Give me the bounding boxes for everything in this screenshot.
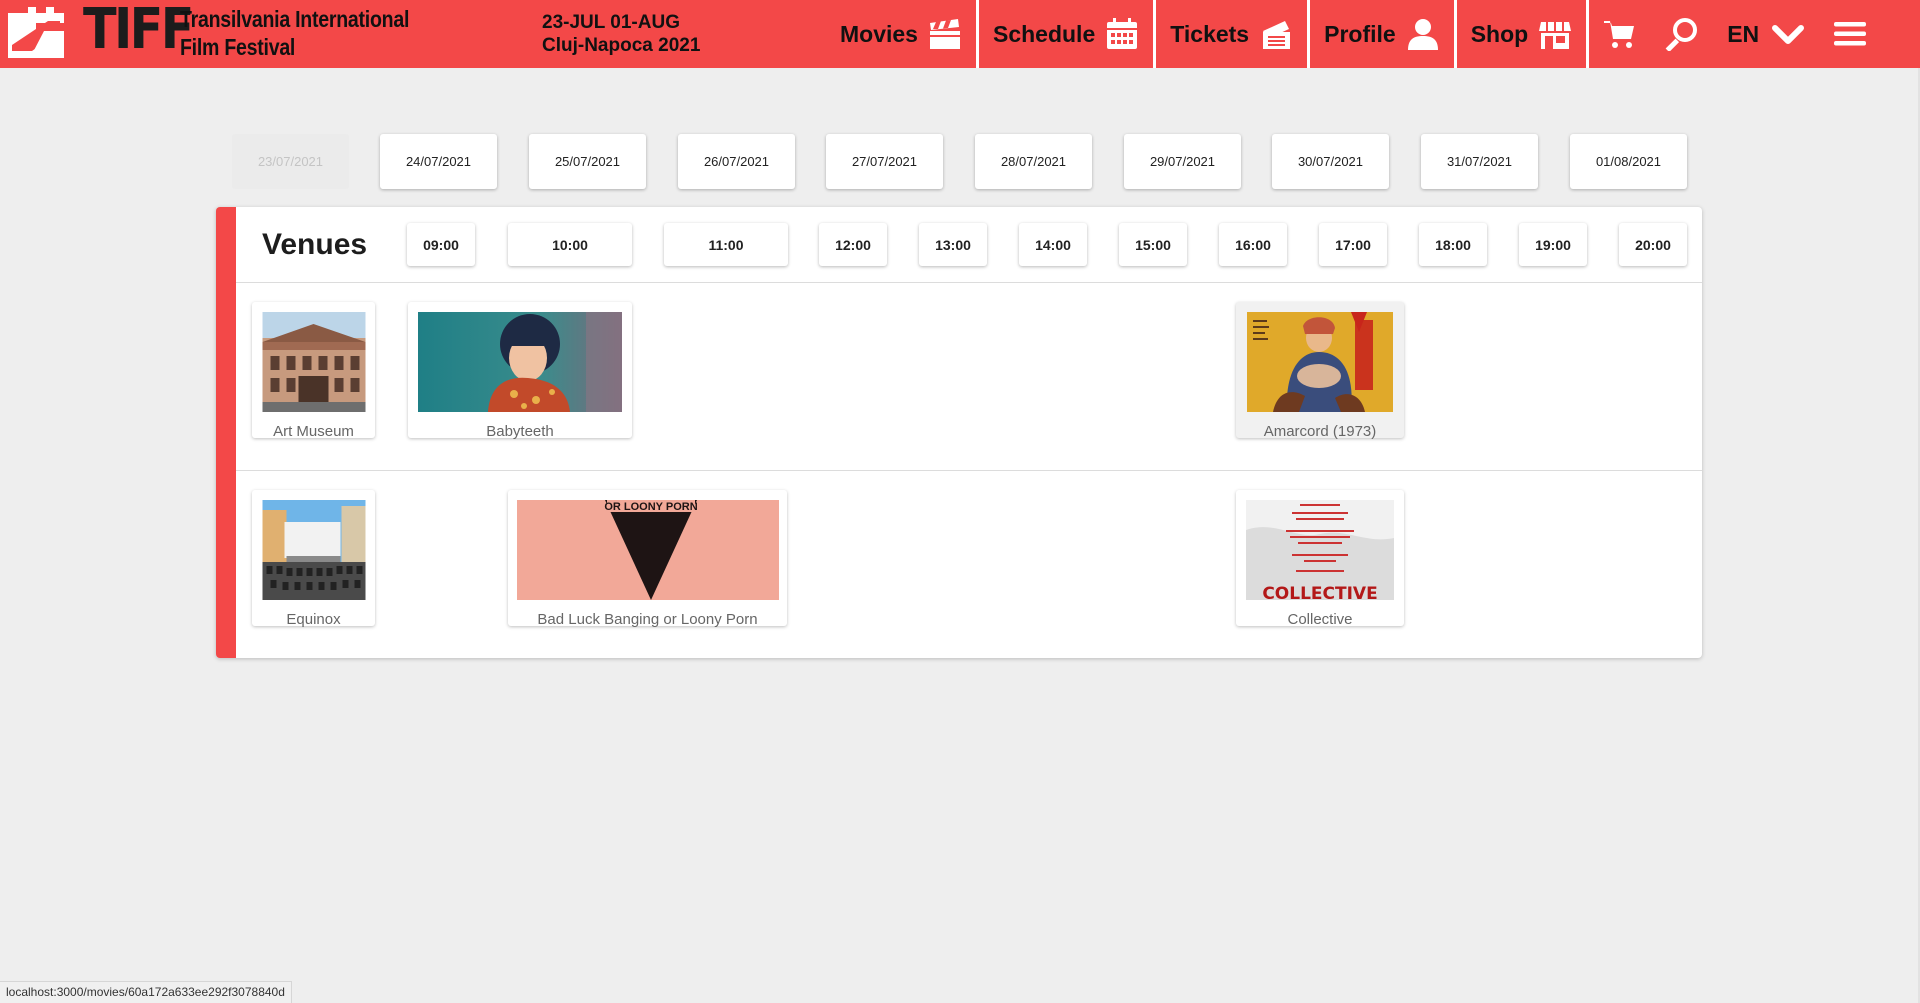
- hamburger-menu-icon: [1833, 17, 1867, 51]
- movie-title: Amarcord (1973): [1263, 423, 1377, 440]
- search-icon: [1665, 17, 1699, 51]
- browser-status-url: localhost:3000/movies/60a172a633ee292f30…: [0, 981, 292, 1003]
- venues-title: Venues: [262, 228, 368, 261]
- venue-name: Equinox: [286, 611, 341, 628]
- time-slot-1800[interactable]: 18:00: [1419, 223, 1487, 266]
- venue-image-equinox: [262, 500, 365, 600]
- date-tab-1[interactable]: 24/07/2021: [380, 134, 497, 189]
- screening-card-amarcord[interactable]: Amarcord (1973): [1236, 302, 1404, 440]
- date-tab-7[interactable]: 30/07/2021: [1272, 134, 1389, 189]
- date-tab-2[interactable]: 25/07/2021: [529, 134, 646, 189]
- screening-card-bad-luck-banging[interactable]: OR LOONY PORN Bad Luck Banging or Loony …: [508, 490, 787, 628]
- clapperboard-icon: [928, 17, 962, 51]
- time-slot-1100[interactable]: 11:00: [664, 223, 788, 266]
- time-slot-1500[interactable]: 15:00: [1119, 223, 1187, 266]
- movie-title: Bad Luck Banging or Loony Porn: [537, 611, 758, 628]
- date-tab-6[interactable]: 29/07/2021: [1124, 134, 1241, 189]
- date-tab-0: 23/07/2021: [232, 134, 349, 189]
- venue-name: Art Museum: [273, 423, 354, 440]
- nav-tickets-label: Tickets: [1170, 20, 1250, 47]
- cart-icon: [1603, 17, 1637, 51]
- time-slot-2000[interactable]: 20:00: [1619, 223, 1687, 266]
- language-label: EN: [1727, 20, 1760, 47]
- time-slot-1000[interactable]: 10:00: [508, 223, 632, 266]
- festival-location-line: Cluj-Napoca 2021: [542, 35, 701, 56]
- top-navbar: TIFF Transilvania International Film Fes…: [0, 0, 1920, 68]
- search-button[interactable]: [1651, 0, 1713, 68]
- date-tab-9[interactable]: 01/08/2021: [1570, 134, 1687, 189]
- venue-card-art-museum[interactable]: Art Museum: [252, 302, 375, 440]
- time-slot-1300[interactable]: 13:00: [919, 223, 987, 266]
- time-slot-1400[interactable]: 14:00: [1019, 223, 1087, 266]
- chevron-down-icon: [1771, 17, 1805, 51]
- nav-movies[interactable]: Movies: [826, 0, 976, 68]
- festival-dates-line1: 23-JUL 01-AUG: [542, 12, 680, 33]
- date-tab-4[interactable]: 27/07/2021: [826, 134, 943, 189]
- festival-name-line1: Transilvania International: [180, 6, 410, 32]
- nav-profile-label: Profile: [1324, 20, 1396, 47]
- time-slot-1900[interactable]: 19:00: [1519, 223, 1587, 266]
- date-tab-5[interactable]: 28/07/2021: [975, 134, 1092, 189]
- brand-wordmark[interactable]: TIFF: [83, 2, 194, 58]
- date-tab-8[interactable]: 31/07/2021: [1421, 134, 1538, 189]
- time-slot-0900[interactable]: 09:00: [407, 223, 475, 266]
- store-icon: [1538, 17, 1572, 51]
- venue-row-equinox: Equinox OR LOONY PORN Bad Luck Banging o…: [236, 472, 1702, 659]
- schedule-header: Venues 09:00 10:00 11:00 12:00 13:00 14:…: [236, 207, 1702, 283]
- nav-shop-label: Shop: [1470, 20, 1529, 47]
- poster-text: COLLECTIVE: [1262, 584, 1377, 600]
- movie-title: Babyteeth: [486, 423, 554, 440]
- nav-tickets[interactable]: Tickets: [1156, 0, 1307, 68]
- screening-card-babyteeth[interactable]: Babyteeth: [408, 302, 632, 440]
- nav-schedule-label: Schedule: [992, 20, 1096, 47]
- tiff-logo-mark[interactable]: [8, 5, 70, 58]
- poster-text: OR LOONY PORN: [604, 501, 697, 513]
- nav-shop[interactable]: Shop: [1457, 0, 1587, 68]
- calendar-icon: [1105, 17, 1139, 51]
- time-slot-1200[interactable]: 12:00: [819, 223, 887, 266]
- nav-profile[interactable]: Profile: [1310, 0, 1454, 68]
- schedule-grid: Venues 09:00 10:00 11:00 12:00 13:00 14:…: [216, 207, 1702, 658]
- festival-dates: 23-JUL 01-AUG Cluj-Napoca 2021: [542, 11, 700, 57]
- festival-name-line2: Film Festival: [180, 34, 296, 60]
- date-tab-3[interactable]: 26/07/2021: [678, 134, 795, 189]
- time-slot-1700[interactable]: 17:00: [1319, 223, 1387, 266]
- movie-title: Collective: [1287, 611, 1353, 628]
- venue-card-equinox[interactable]: Equinox: [252, 490, 375, 628]
- date-selector: 23/07/2021 24/07/2021 25/07/2021 26/07/2…: [0, 134, 1920, 190]
- user-icon: [1406, 17, 1440, 51]
- ticket-icon: [1259, 17, 1293, 51]
- movie-poster-amarcord: [1247, 312, 1393, 412]
- movie-poster-collective: COLLECTIVE: [1246, 500, 1394, 600]
- cart-button[interactable]: [1589, 0, 1651, 68]
- festival-name: Transilvania International Film Festival: [180, 5, 409, 61]
- screening-card-collective[interactable]: COLLECTIVE Collective: [1236, 490, 1404, 628]
- main-nav: Movies Schedule Tickets Profile Shop EN: [826, 0, 1881, 68]
- movie-poster-babyteeth: [418, 312, 622, 412]
- movie-poster-bad-luck-banging: OR LOONY PORN: [516, 500, 779, 600]
- nav-movies-label: Movies: [840, 20, 918, 47]
- time-slot-1600[interactable]: 16:00: [1219, 223, 1287, 266]
- menu-button[interactable]: [1819, 0, 1881, 68]
- nav-schedule[interactable]: Schedule: [979, 0, 1153, 68]
- venue-image-art-museum: [262, 312, 365, 412]
- language-selector[interactable]: EN: [1713, 0, 1819, 68]
- venue-row-art-museum: Art Museum Babyteeth Amarcord (1973): [236, 284, 1702, 471]
